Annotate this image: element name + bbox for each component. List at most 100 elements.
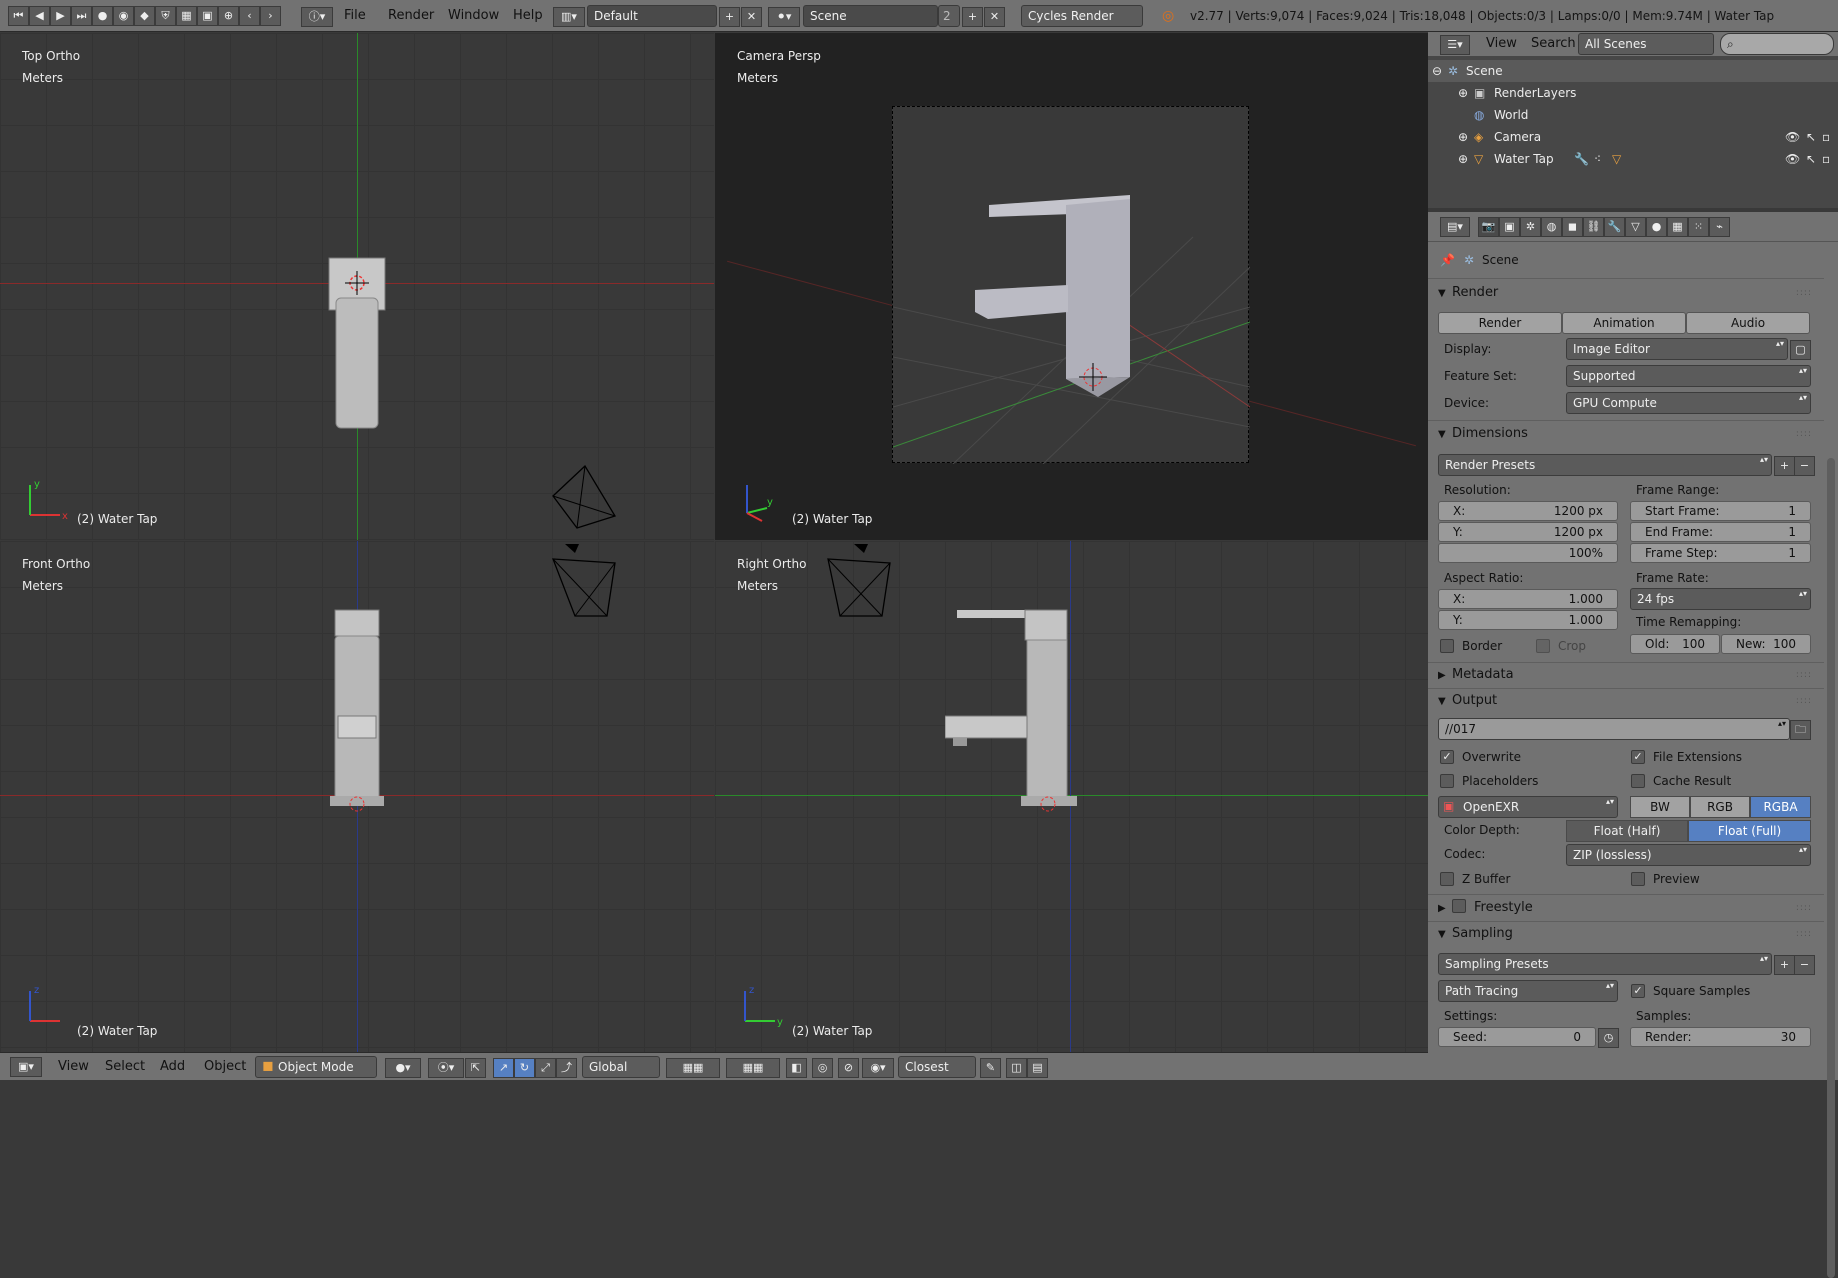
world-tab-icon[interactable]: ◍ bbox=[1541, 217, 1562, 237]
seed-field[interactable]: Seed: 0 bbox=[1438, 1027, 1596, 1047]
add-screen-icon[interactable]: + bbox=[719, 7, 740, 27]
time-new-field[interactable]: New: 100 bbox=[1721, 634, 1811, 654]
render-camera-icon[interactable]: ▫ bbox=[1822, 126, 1830, 148]
modifiers-tab-icon[interactable]: 🔧 bbox=[1604, 217, 1625, 237]
editor-type-info-icon[interactable]: ⓘ▾ bbox=[301, 7, 333, 27]
menu-select[interactable]: Select bbox=[105, 1056, 145, 1078]
render-engine-select[interactable]: Cycles Render bbox=[1021, 5, 1143, 27]
outliner-menu-view[interactable]: View bbox=[1478, 33, 1525, 55]
scene-tab-icon[interactable]: ✲ bbox=[1520, 217, 1541, 237]
snap-toggle-icon[interactable]: ⊘ bbox=[838, 1058, 859, 1078]
file-format-select[interactable]: OpenEXR bbox=[1438, 796, 1618, 818]
scene-name-field[interactable]: Scene bbox=[803, 5, 938, 27]
section-render-header[interactable]: ▼ Render:::: bbox=[1438, 282, 1818, 304]
add-preset-icon[interactable]: + bbox=[1774, 955, 1795, 975]
outliner-menu-search[interactable]: Search bbox=[1523, 33, 1584, 55]
drag-grip-icon[interactable]: :::: bbox=[1796, 282, 1812, 304]
outliner-search-input[interactable]: ⌕ bbox=[1720, 33, 1834, 55]
add-icon[interactable]: ⊕ bbox=[218, 6, 239, 26]
border-checkbox[interactable] bbox=[1440, 639, 1454, 653]
resolution-percentage-field[interactable]: 100% bbox=[1438, 543, 1618, 563]
editor-type-properties-icon[interactable]: ▤▾ bbox=[1440, 217, 1470, 237]
outliner-row-water-tap[interactable]: ⊕ ▽ Water Tap 🔧 ⁖ ▽ 👁 ↖ ▫ bbox=[1428, 148, 1838, 170]
layers-grid-a-icon[interactable]: ▦▦ bbox=[666, 1058, 720, 1078]
crop-checkbox[interactable] bbox=[1536, 639, 1550, 653]
section-freestyle-header[interactable]: ▶ Freestyle:::: bbox=[1438, 897, 1818, 919]
screen-layout-icon[interactable]: ▥▾ bbox=[553, 7, 585, 27]
opengl-render-icon[interactable]: ◫ bbox=[1006, 1058, 1027, 1078]
section-output-header[interactable]: ▼ Output:::: bbox=[1438, 690, 1818, 712]
vertex-group-icon[interactable]: ⁖ bbox=[1594, 148, 1601, 170]
aspect-y-field[interactable]: Y: 1.000 bbox=[1438, 610, 1618, 630]
rotate-manipulator-icon[interactable]: ↻ bbox=[514, 1058, 535, 1078]
render-camera-icon[interactable]: ▫ bbox=[1822, 148, 1830, 170]
device-select[interactable]: GPU Compute bbox=[1566, 392, 1811, 414]
menu-view[interactable]: View bbox=[58, 1056, 89, 1078]
sampling-presets-select[interactable]: Sampling Presets bbox=[1438, 953, 1772, 975]
remove-preset-icon[interactable]: − bbox=[1794, 456, 1815, 476]
delete-scene-icon[interactable]: ✕ bbox=[984, 7, 1005, 27]
expand-icon[interactable]: ⊕ bbox=[1458, 82, 1468, 104]
integrator-select[interactable]: Path Tracing bbox=[1438, 980, 1618, 1002]
frame-step-field[interactable]: Frame Step: 1 bbox=[1630, 543, 1811, 563]
square-samples-checkbox[interactable]: ✓ bbox=[1631, 984, 1645, 998]
animated-seed-icon[interactable]: ◷ bbox=[1598, 1028, 1619, 1048]
placeholders-checkbox[interactable] bbox=[1440, 774, 1454, 788]
color-mode-rgba[interactable]: RGBA bbox=[1750, 796, 1811, 818]
remove-preset-icon[interactable]: − bbox=[1794, 955, 1815, 975]
pin-icon[interactable]: 📌 bbox=[1440, 250, 1455, 270]
play-icon[interactable]: ▶ bbox=[50, 6, 71, 26]
drag-grip-icon[interactable]: :::: bbox=[1796, 423, 1812, 445]
resolution-y-field[interactable]: Y: 1200 px bbox=[1438, 522, 1618, 542]
color-depth-full[interactable]: Float (Full) bbox=[1688, 820, 1811, 842]
properties-scrollbar[interactable] bbox=[1827, 458, 1835, 1278]
render-button[interactable]: Render bbox=[1438, 312, 1562, 334]
menu-help[interactable]: Help bbox=[505, 5, 551, 27]
add-scene-icon[interactable]: + bbox=[962, 7, 983, 27]
eye-icon[interactable]: 👁 bbox=[1785, 126, 1800, 148]
lock-interface-icon[interactable]: ▢ bbox=[1790, 340, 1811, 360]
transform-orientation-icon[interactable]: ⤴ bbox=[556, 1058, 577, 1078]
end-frame-field[interactable]: End Frame: 1 bbox=[1630, 522, 1811, 542]
play-reverse-icon[interactable]: ◀ bbox=[29, 6, 50, 26]
start-frame-field[interactable]: Start Frame: 1 bbox=[1630, 501, 1811, 521]
prev-key-icon[interactable]: ‹ bbox=[239, 6, 260, 26]
texture-tab-icon[interactable]: ▦ bbox=[1667, 217, 1688, 237]
file-extensions-checkbox[interactable]: ✓ bbox=[1631, 750, 1645, 764]
animation-button[interactable]: Animation bbox=[1562, 312, 1686, 334]
lock-layers-icon[interactable]: ◧ bbox=[786, 1058, 807, 1078]
constraints-tab-icon[interactable]: ⛓ bbox=[1583, 217, 1604, 237]
outliner-row-scene[interactable]: ⊖ ✲ Scene bbox=[1428, 60, 1838, 82]
viewport-camera-persp[interactable]: Camera Persp Meters y (2) Water Tap bbox=[715, 33, 1428, 540]
drag-grip-icon[interactable]: :::: bbox=[1796, 664, 1812, 686]
add-preset-icon[interactable]: + bbox=[1774, 456, 1795, 476]
menu-add[interactable]: Add bbox=[160, 1056, 185, 1078]
display-select[interactable]: Image Editor bbox=[1566, 338, 1788, 360]
drag-grip-icon[interactable]: :::: bbox=[1796, 923, 1812, 945]
viewport-top-ortho[interactable]: Top Ortho Meters yx (2) Water Tap bbox=[0, 33, 714, 540]
layers-grid-b-icon[interactable]: ▦▦ bbox=[726, 1058, 780, 1078]
opengl-anim-icon[interactable]: ▤ bbox=[1027, 1058, 1048, 1078]
transform-orientation-select[interactable]: Global bbox=[582, 1056, 660, 1078]
wrench-icon[interactable]: 🔧 bbox=[1574, 148, 1589, 170]
delete-screen-icon[interactable]: ✕ bbox=[741, 7, 762, 27]
aspect-x-field[interactable]: X: 1.000 bbox=[1438, 589, 1618, 609]
collapse-icon[interactable]: ⊖ bbox=[1432, 60, 1442, 82]
viewport-front-ortho[interactable]: Front Ortho Meters z (2) Water Tap bbox=[0, 541, 714, 1052]
render-layers-tab-icon[interactable]: ▣ bbox=[1499, 217, 1520, 237]
render-tab-icon[interactable]: 📷 bbox=[1478, 217, 1499, 237]
freestyle-checkbox[interactable] bbox=[1452, 899, 1466, 913]
viewport-shading-icon[interactable]: ●▾ bbox=[385, 1058, 421, 1078]
color-mode-rgb[interactable]: RGB bbox=[1690, 796, 1750, 818]
physics-tab-icon[interactable]: ⌁ bbox=[1709, 217, 1730, 237]
codec-select[interactable]: ZIP (lossless) bbox=[1566, 844, 1811, 866]
snap-target-select[interactable]: Closest bbox=[898, 1056, 976, 1078]
mesh-data-icon[interactable]: ▽ bbox=[1612, 148, 1621, 170]
output-path-input[interactable]: //017 bbox=[1438, 718, 1790, 740]
snap-align-icon[interactable]: ✎ bbox=[980, 1058, 1001, 1078]
color-mode-bw[interactable]: BW bbox=[1630, 796, 1690, 818]
pivot-point-icon[interactable]: ⦿▾ bbox=[428, 1058, 464, 1078]
section-sampling-header[interactable]: ▼ Sampling:::: bbox=[1438, 923, 1818, 945]
preview-checkbox[interactable] bbox=[1631, 872, 1645, 886]
audio-button[interactable]: Audio bbox=[1686, 312, 1810, 334]
